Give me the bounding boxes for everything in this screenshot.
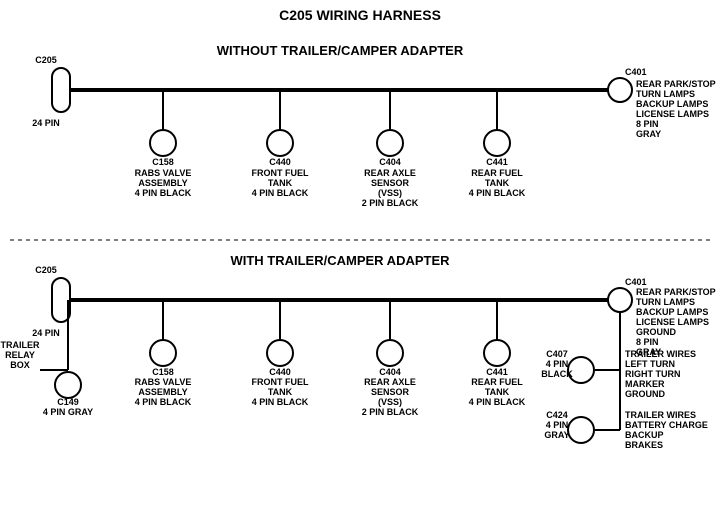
c401-top-pin: 8 PIN xyxy=(636,119,659,129)
c149-id: C149 xyxy=(57,397,79,407)
c424-desc1: TRAILER WIRES xyxy=(625,410,696,420)
c158-top-l1: RABS VALVE xyxy=(135,168,192,178)
trailer-relay-label1: TRAILER xyxy=(1,340,40,350)
c404-bottom-l2: SENSOR xyxy=(371,387,410,397)
c424-desc3: BACKUP xyxy=(625,430,664,440)
c441-top-l1: REAR FUEL xyxy=(471,168,523,178)
c404-bottom-l1: REAR AXLE xyxy=(364,377,416,387)
c158-top-l3: 4 PIN BLACK xyxy=(135,188,192,198)
c401-top-desc3: BACKUP LAMPS xyxy=(636,99,708,109)
c158-top-l2: ASSEMBLY xyxy=(138,178,187,188)
c401-bottom-desc5: GROUND xyxy=(636,327,676,337)
c404-top-id: C404 xyxy=(379,157,401,167)
c404-bottom-connector xyxy=(377,340,403,366)
c404-top-connector xyxy=(377,130,403,156)
c158-top-connector xyxy=(150,130,176,156)
c407-color: BLACK xyxy=(541,369,573,379)
c407-pin: 4 PIN xyxy=(546,359,569,369)
c424-color: GRAY xyxy=(544,430,569,440)
c158-bottom-l1: RABS VALVE xyxy=(135,377,192,387)
c401-top-connector xyxy=(608,78,632,102)
c205-top-id: C205 xyxy=(35,55,57,65)
c205-bottom-id: C205 xyxy=(35,265,57,275)
c404-top-l3: (VSS) xyxy=(378,188,402,198)
c404-top-l1: REAR AXLE xyxy=(364,168,416,178)
c441-top-l2: TANK xyxy=(485,178,510,188)
c440-bottom-l3: 4 PIN BLACK xyxy=(252,397,309,407)
c407-desc1: TRAILER WIRES xyxy=(625,349,696,359)
c441-bottom-l3: 4 PIN BLACK xyxy=(469,397,526,407)
c149-label: 4 PIN GRAY xyxy=(43,407,93,417)
c401-top-desc2: TURN LAMPS xyxy=(636,89,695,99)
c149-connector xyxy=(55,372,81,398)
c440-top-l3: 4 PIN BLACK xyxy=(252,188,309,198)
c424-desc4: BRAKES xyxy=(625,440,663,450)
c158-bottom-l3: 4 PIN BLACK xyxy=(135,397,192,407)
c424-connector xyxy=(568,417,594,443)
c404-bottom-l3: (VSS) xyxy=(378,397,402,407)
c441-top-connector xyxy=(484,130,510,156)
c441-bottom-l1: REAR FUEL xyxy=(471,377,523,387)
c205-top-pin: 24 PIN xyxy=(32,118,60,128)
c441-bottom-l2: TANK xyxy=(485,387,510,397)
c401-top-desc4: LICENSE LAMPS xyxy=(636,109,709,119)
c441-top-l3: 4 PIN BLACK xyxy=(469,188,526,198)
c404-top-l4: 2 PIN BLACK xyxy=(362,198,419,208)
c158-bottom-l2: ASSEMBLY xyxy=(138,387,187,397)
c441-bottom-id: C441 xyxy=(486,367,508,377)
c404-top-l2: SENSOR xyxy=(371,178,410,188)
c401-bottom-desc2: TURN LAMPS xyxy=(636,297,695,307)
c407-desc3: RIGHT TURN xyxy=(625,369,681,379)
c404-bottom-id: C404 xyxy=(379,367,401,377)
c401-top-desc: REAR PARK/STOP xyxy=(636,79,716,89)
c440-bottom-connector xyxy=(267,340,293,366)
c401-bottom-connector xyxy=(608,288,632,312)
c440-bottom-id: C440 xyxy=(269,367,291,377)
c407-desc2: LEFT TURN xyxy=(625,359,675,369)
c424-pin: 4 PIN xyxy=(546,420,569,430)
c401-bottom-id: C401 xyxy=(625,277,647,287)
c441-top-id: C441 xyxy=(486,157,508,167)
page-title: C205 WIRING HARNESS xyxy=(279,7,441,23)
c401-bottom-desc1: REAR PARK/STOP xyxy=(636,287,716,297)
c424-desc2: BATTERY CHARGE xyxy=(625,420,708,430)
c440-top-l1: FRONT FUEL xyxy=(252,168,309,178)
c407-id: C407 xyxy=(546,349,568,359)
c158-top-id: C158 xyxy=(152,157,174,167)
c440-top-l2: TANK xyxy=(268,178,293,188)
c401-bottom-desc3: BACKUP LAMPS xyxy=(636,307,708,317)
section2-label: WITH TRAILER/CAMPER ADAPTER xyxy=(230,253,450,268)
c407-desc4: MARKER xyxy=(625,379,665,389)
c205-top-connector xyxy=(52,68,70,112)
c440-top-id: C440 xyxy=(269,157,291,167)
trailer-relay-label2: RELAY xyxy=(5,350,35,360)
c407-desc5: GROUND xyxy=(625,389,665,399)
section1-label: WITHOUT TRAILER/CAMPER ADAPTER xyxy=(217,43,464,58)
trailer-relay-label3: BOX xyxy=(10,360,30,370)
c424-id: C424 xyxy=(546,410,568,420)
c401-top-color: GRAY xyxy=(636,129,661,139)
c440-top-connector xyxy=(267,130,293,156)
c158-bottom-connector xyxy=(150,340,176,366)
c205-bottom-pin: 24 PIN xyxy=(32,328,60,338)
c401-bottom-pin: 8 PIN xyxy=(636,337,659,347)
c401-bottom-desc4: LICENSE LAMPS xyxy=(636,317,709,327)
c404-bottom-l4: 2 PIN BLACK xyxy=(362,407,419,417)
c440-bottom-l1: FRONT FUEL xyxy=(252,377,309,387)
c441-bottom-connector xyxy=(484,340,510,366)
c440-bottom-l2: TANK xyxy=(268,387,293,397)
c401-top-id: C401 xyxy=(625,67,647,77)
c158-bottom-id: C158 xyxy=(152,367,174,377)
